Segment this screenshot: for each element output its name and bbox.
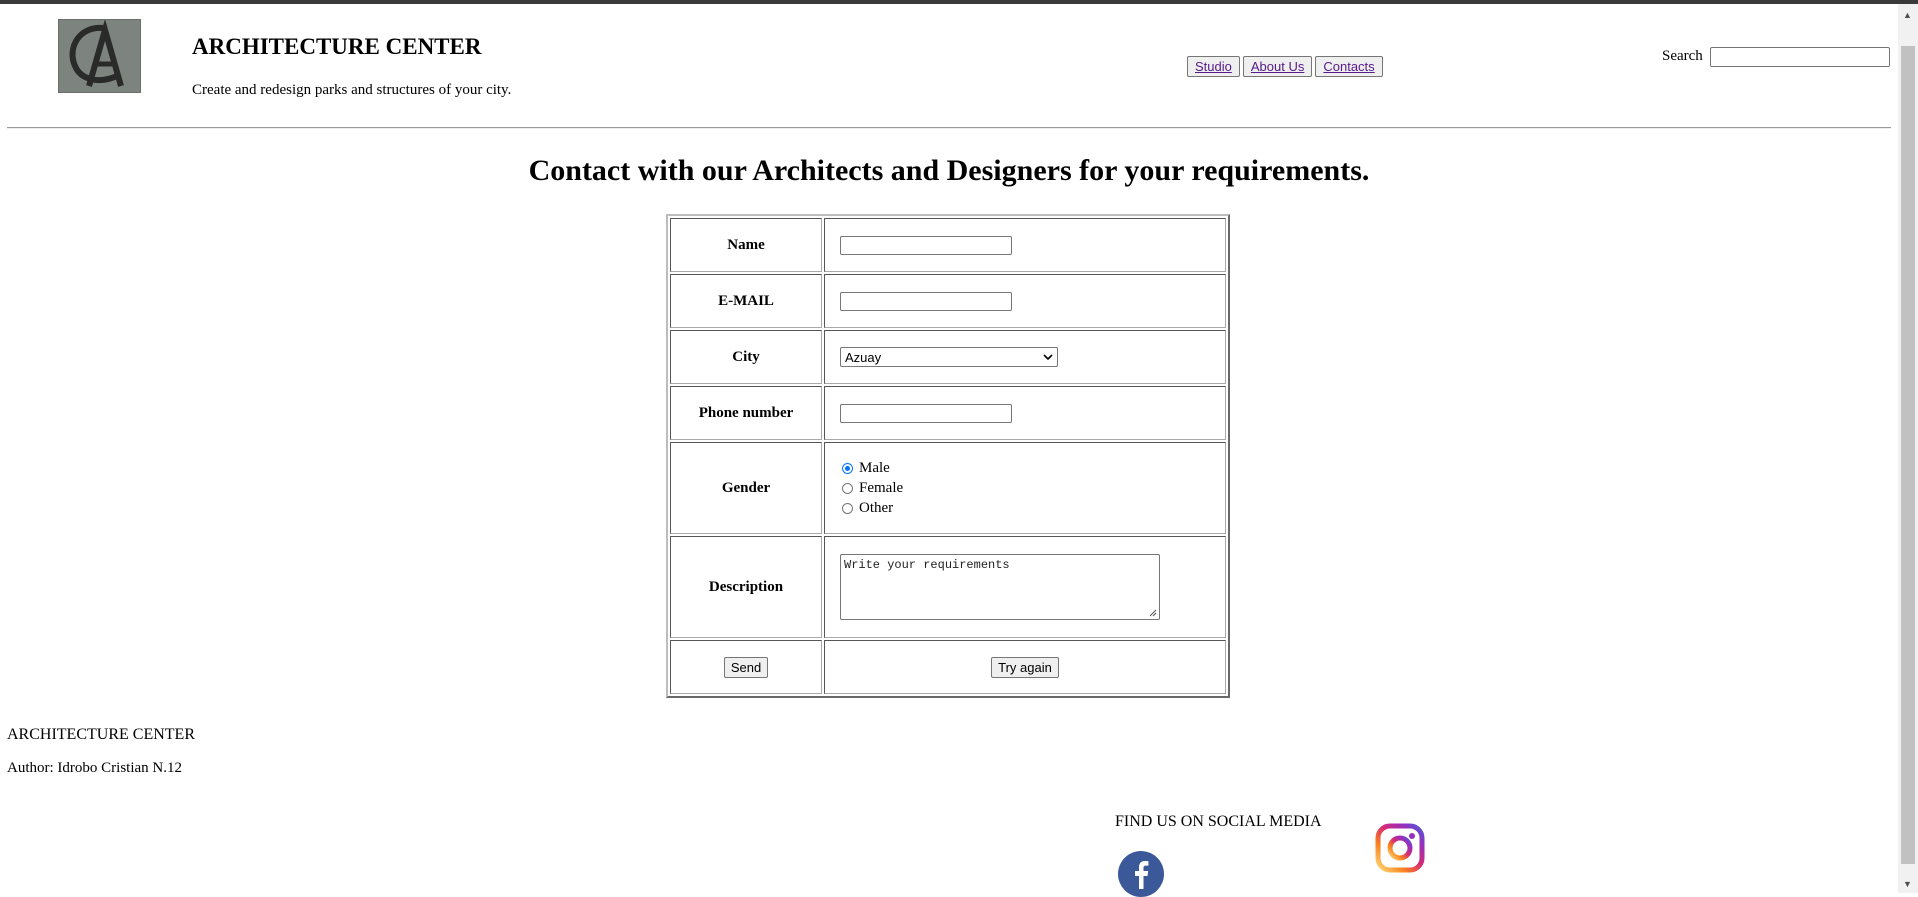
search-input[interactable] bbox=[1710, 47, 1890, 67]
gender-label: Gender bbox=[670, 442, 822, 534]
nav-about-us-link[interactable]: About Us bbox=[1242, 56, 1313, 77]
social-media-heading: FIND US ON SOCIAL MEDIA bbox=[1115, 813, 1322, 830]
phone-label: Phone number bbox=[670, 386, 822, 440]
resize-grip-icon[interactable] bbox=[1149, 609, 1157, 617]
search-label: Search bbox=[1662, 48, 1703, 64]
city-label: City bbox=[670, 330, 822, 384]
header-divider bbox=[7, 127, 1891, 129]
chevron-down-icon bbox=[1043, 354, 1053, 360]
send-button[interactable]: Send bbox=[723, 656, 769, 678]
footer-title: ARCHITECTURE CENTER bbox=[7, 726, 195, 743]
nav-contacts-link[interactable]: Contacts bbox=[1315, 56, 1383, 77]
form-row-gender: Gender Male Female Other bbox=[670, 442, 1226, 534]
form-row-city: City Azuay bbox=[670, 330, 1226, 384]
form-row-actions: Send Try again bbox=[670, 640, 1226, 694]
footer-author: Author: Idrobo Cristian N.12 bbox=[7, 760, 182, 776]
description-text: Write your requirements bbox=[844, 558, 1010, 572]
page-heading: Contact with our Architects and Designer… bbox=[528, 154, 1370, 187]
form-row-name: Name bbox=[670, 218, 1226, 272]
name-label: Name bbox=[670, 218, 822, 272]
facebook-icon[interactable] bbox=[1118, 851, 1164, 897]
scrollbar-thumb[interactable] bbox=[1901, 46, 1915, 864]
radio-female[interactable] bbox=[842, 482, 853, 494]
phone-field[interactable] bbox=[840, 403, 1012, 423]
scroll-down-arrow-icon[interactable]: ▼ bbox=[1903, 879, 1912, 889]
name-field[interactable] bbox=[840, 235, 1012, 255]
gender-option-male[interactable]: Male bbox=[837, 458, 1225, 478]
radio-male[interactable] bbox=[842, 462, 853, 474]
vertical-scrollbar[interactable]: ▲ ▼ bbox=[1898, 4, 1918, 893]
contact-form: Name E-MAIL City Azuay Phone number Gend… bbox=[666, 214, 1230, 698]
window-top-border bbox=[0, 0, 1918, 4]
nav-studio-link[interactable]: Studio bbox=[1187, 56, 1240, 77]
city-select[interactable]: Azuay bbox=[840, 347, 1058, 367]
form-row-phone: Phone number bbox=[670, 386, 1226, 440]
architecture-logo-icon bbox=[58, 19, 141, 93]
site-title: ARCHITECTURE CENTER bbox=[192, 34, 482, 59]
main-nav: Studio About Us Contacts bbox=[1187, 56, 1383, 77]
city-selected-value: Azuay bbox=[845, 349, 882, 365]
scroll-up-arrow-icon[interactable]: ▲ bbox=[1903, 10, 1912, 20]
radio-other[interactable] bbox=[842, 502, 853, 514]
gender-option-female[interactable]: Female bbox=[837, 478, 1225, 498]
gender-option-other[interactable]: Other bbox=[837, 498, 1225, 518]
email-field[interactable] bbox=[840, 291, 1012, 311]
instagram-icon[interactable] bbox=[1374, 822, 1426, 874]
description-textarea[interactable]: Write your requirements bbox=[840, 554, 1160, 620]
description-label: Description bbox=[670, 536, 822, 638]
form-row-email: E-MAIL bbox=[670, 274, 1226, 328]
site-tagline: Create and redesign parks and structures… bbox=[192, 82, 512, 98]
email-label: E-MAIL bbox=[670, 274, 822, 328]
try-again-button[interactable]: Try again bbox=[991, 656, 1059, 678]
form-row-description: Description Write your requirements bbox=[670, 536, 1226, 638]
